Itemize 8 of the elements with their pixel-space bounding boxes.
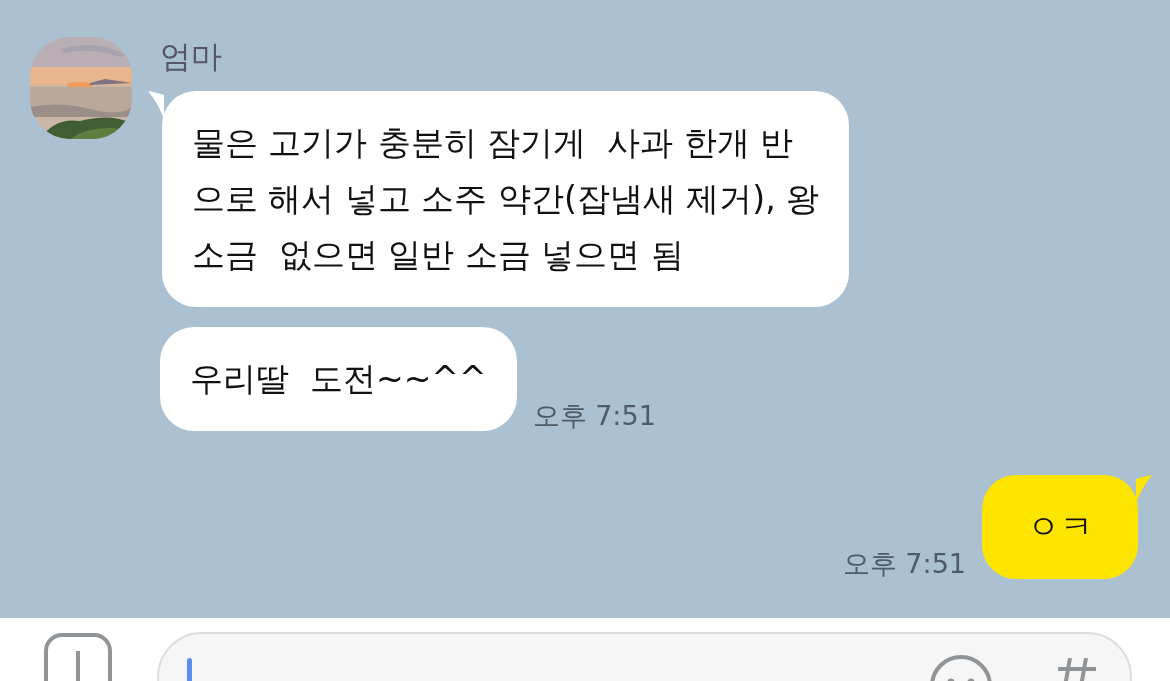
emoji-icon[interactable] bbox=[929, 652, 993, 681]
message-bubble: 물은 고기가 충분히 잠기게 사과 한개 반 으로 해서 넣고 소주 약간(잡냄새 제거), 왕 소금 없으면 일반 소금 넣으면 됨 bbox=[162, 91, 850, 307]
message-time: 오후 7:51 bbox=[532, 402, 656, 429]
sender-name: 엄마 bbox=[160, 41, 223, 72]
plus-icon[interactable] bbox=[44, 633, 112, 681]
message-bubble: 우리딸 도전~~^^ bbox=[160, 327, 517, 431]
message-time: 오후 7:51 bbox=[842, 550, 966, 577]
message-bubble: ㅇㅋ bbox=[982, 475, 1138, 579]
